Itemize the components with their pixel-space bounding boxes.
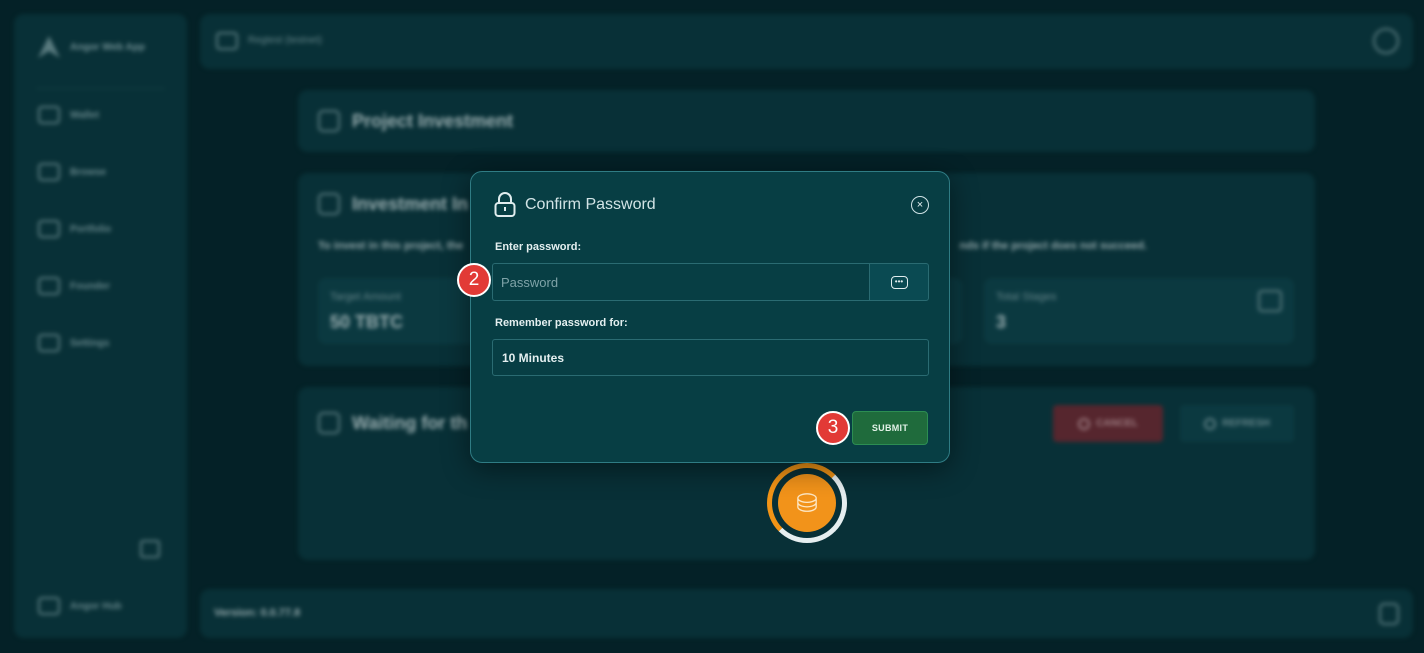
dialog-title: Confirm Password [525,196,656,213]
close-icon[interactable]: × [911,196,929,214]
dialog-header: Confirm Password [493,192,656,218]
password-dots-icon: ••• [890,275,908,289]
show-password-button[interactable]: ••• [869,263,929,301]
remember-duration-select[interactable]: 10 Minutes [492,339,929,376]
password-field-group: ••• [492,263,929,301]
lock-icon [494,192,516,217]
confirm-password-dialog: Confirm Password × Enter password: ••• R… [470,171,950,463]
loading-coins-icon: ⛁ [778,474,836,532]
annotation-badge-3: 3 [816,411,850,445]
password-label: Enter password: [495,241,582,253]
submit-button[interactable]: SUBMIT [852,411,928,445]
remember-label: Remember password for: [495,317,628,329]
annotation-badge-2: 2 [457,263,491,297]
password-input[interactable] [492,263,869,301]
